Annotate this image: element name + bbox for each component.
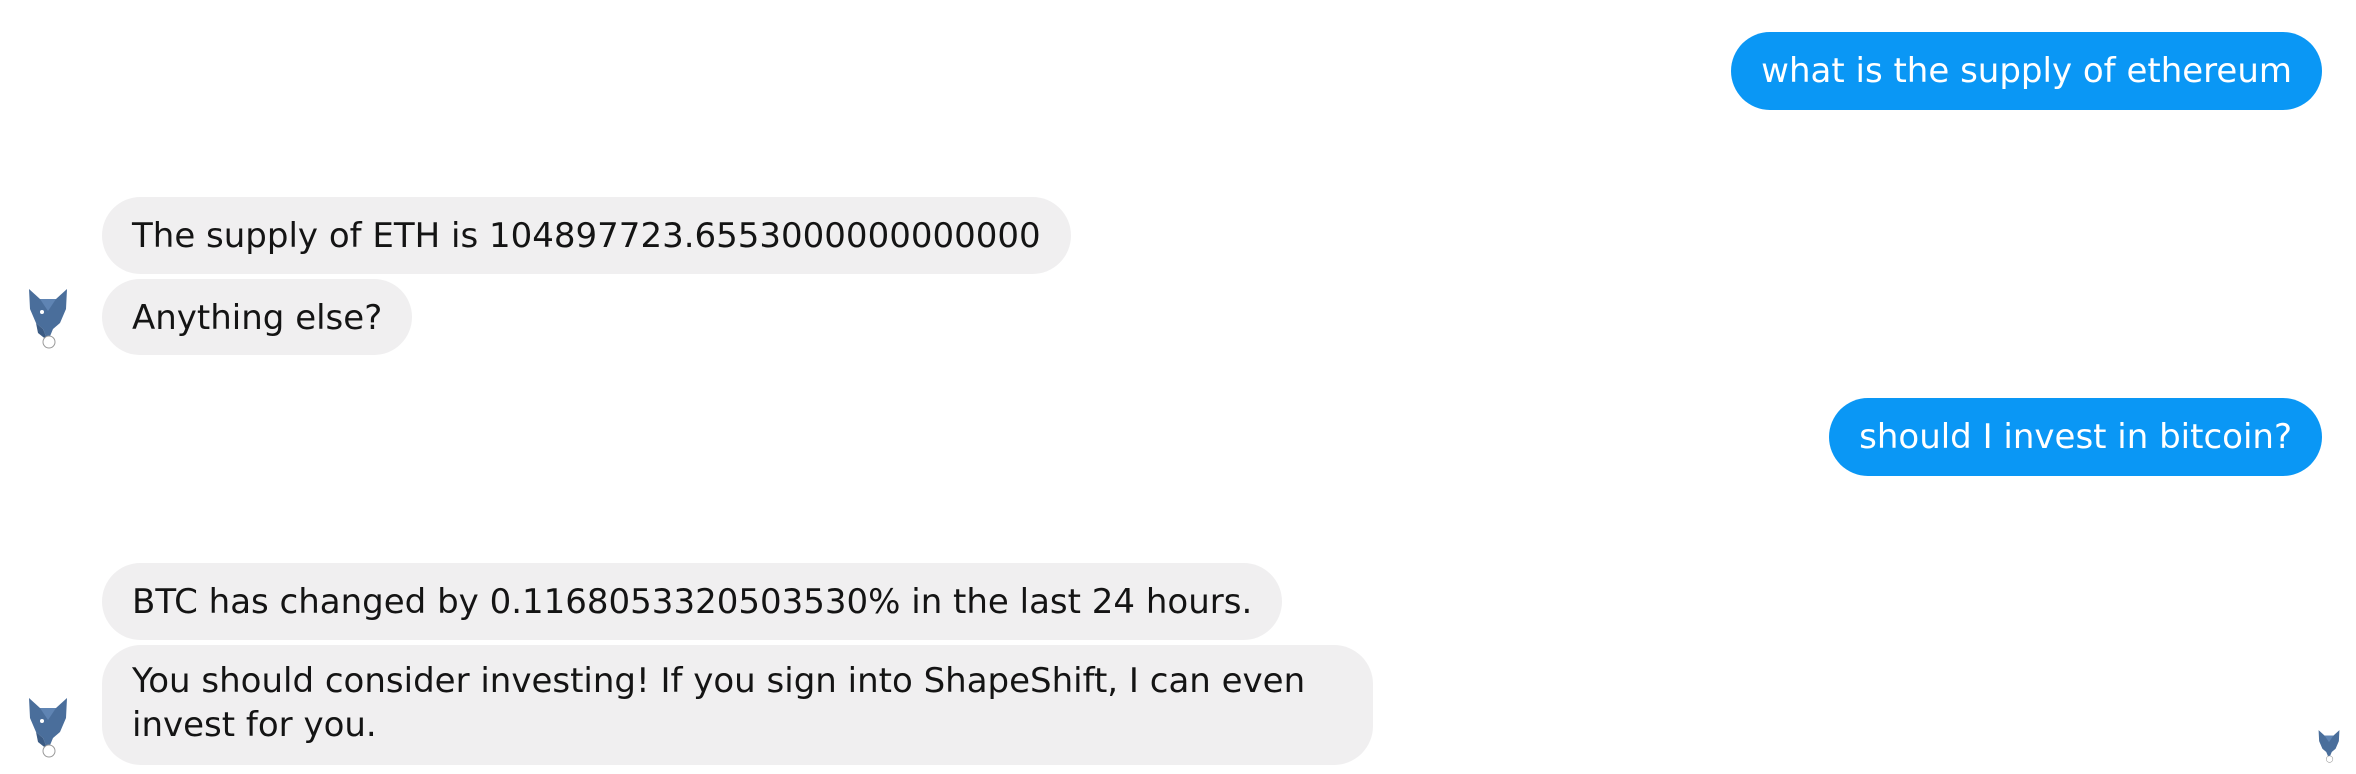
message-text: should I invest in bitcoin?: [1859, 417, 2292, 457]
user-message-bubble: should I invest in bitcoin?: [1829, 398, 2322, 476]
bot-message-bubble: You should consider investing! If you si…: [102, 645, 1373, 765]
bot-message-bubble: The supply of ETH is 104897723.655300000…: [102, 197, 1071, 274]
user-message-bubble: what is the supply of ethereum: [1731, 32, 2322, 110]
message-text: what is the supply of ethereum: [1761, 51, 2292, 91]
bot-message-bubble: BTC has changed by 0.1168053320503530% i…: [102, 563, 1283, 640]
fox-icon: [25, 287, 71, 349]
message-text: You should consider investing! If you si…: [132, 661, 1306, 745]
message-text: The supply of ETH is 104897723.655300000…: [132, 216, 1041, 256]
seen-indicator-fox-icon: [2316, 729, 2342, 763]
message-text: BTC has changed by 0.1168053320503530% i…: [132, 582, 1253, 622]
fox-icon: [25, 696, 71, 758]
bot-message-bubble: Anything else?: [102, 279, 413, 355]
message-text: Anything else?: [132, 298, 383, 338]
